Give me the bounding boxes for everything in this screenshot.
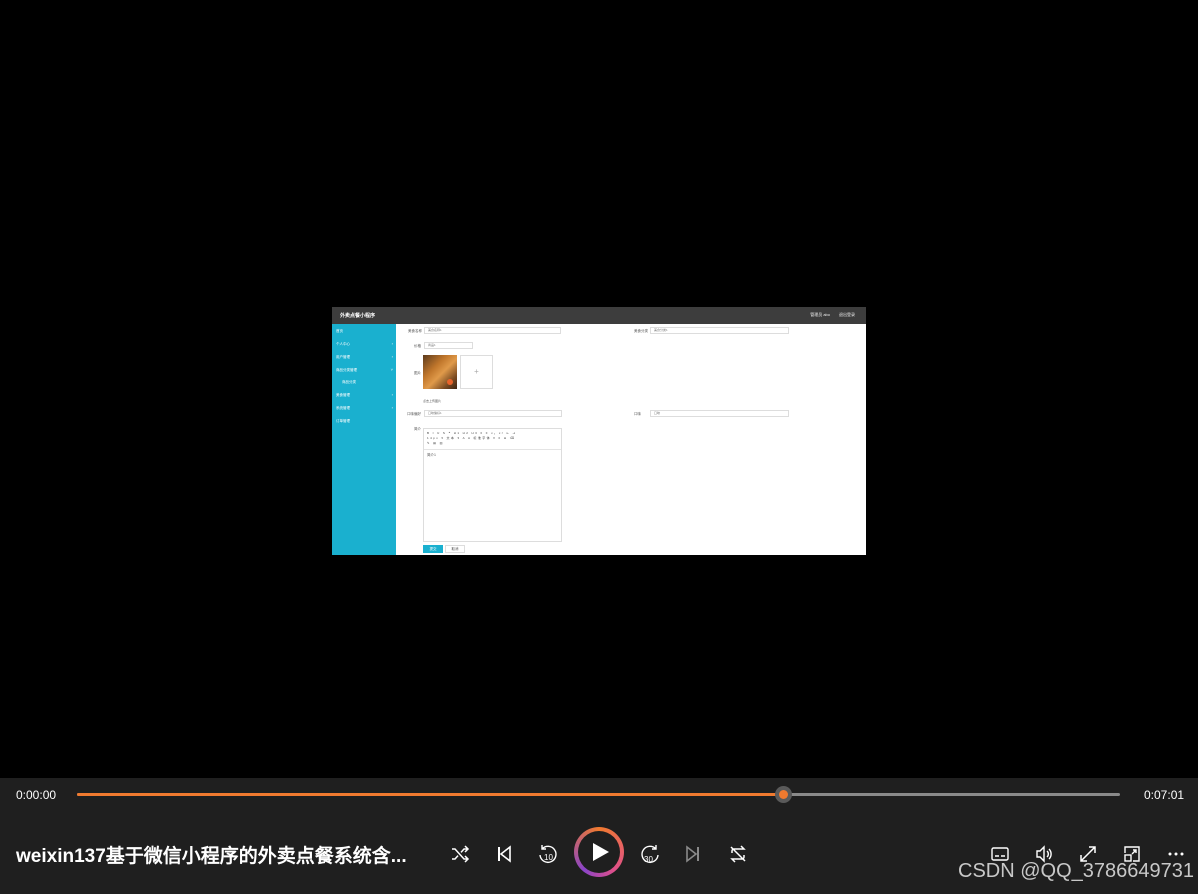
chevron-right-icon: › bbox=[391, 392, 393, 397]
sidebar-item-food: 美食管理 bbox=[336, 393, 350, 397]
food-name-field: 美食名称1 bbox=[424, 327, 561, 334]
rewind-button[interactable]: 10 bbox=[536, 842, 560, 866]
food-category-label: 美食分类 bbox=[634, 329, 648, 333]
shuffle-button[interactable] bbox=[448, 842, 472, 866]
shuffle-icon bbox=[452, 845, 470, 863]
sidebar-item-home: 首页 bbox=[336, 329, 343, 333]
app-header: 外卖点餐小程序 管理员 abo 退出登录 bbox=[332, 307, 866, 324]
food-name-label: 美食名称 bbox=[408, 329, 422, 333]
previous-button[interactable] bbox=[492, 842, 516, 866]
field-a-label: 口味偏好 bbox=[407, 412, 421, 416]
skip-previous-icon bbox=[498, 845, 511, 863]
sidebar-item-orders: 订单管理 bbox=[336, 419, 350, 423]
image-label: 图片 bbox=[414, 371, 421, 375]
current-time: 0:00:00 bbox=[16, 788, 57, 802]
forward-30-icon: 30 bbox=[641, 845, 659, 864]
editor-toolbar: B I U S ❝ H1 H2 H3 ≡ ≡ x₂ x² ⇤ ⇥ bbox=[427, 431, 517, 435]
app-sidebar: 首页 个人中心 › 用户管理 › 商品分类管理 ˅ 商品分类 美食管理 › 系统… bbox=[332, 324, 396, 555]
sidebar-item-system: 系统管理 bbox=[336, 406, 350, 410]
forward-button[interactable]: 30 bbox=[638, 842, 662, 866]
sidebar-item-categories: 商品分类管理 bbox=[336, 368, 357, 372]
play-button[interactable] bbox=[574, 827, 624, 877]
next-button[interactable] bbox=[681, 842, 705, 866]
chevron-right-icon: › bbox=[391, 341, 393, 346]
video-frame[interactable]: 外卖点餐小程序 管理员 abo 退出登录 首页 个人中心 › 用户管理 › 商品… bbox=[332, 307, 866, 555]
add-image-button: + bbox=[460, 355, 493, 389]
total-time: 0:07:01 bbox=[1144, 788, 1185, 802]
field-a-input: 口味偏好1 bbox=[424, 410, 562, 417]
play-icon bbox=[593, 843, 609, 861]
field-b-select: 口味 bbox=[650, 410, 789, 417]
repeat-button[interactable] bbox=[726, 842, 750, 866]
header-user: 管理员 abo bbox=[810, 312, 830, 317]
detail-label: 简介 bbox=[414, 427, 421, 431]
editor-toolbar: 14px ▾ 文本 ▾ A A 标准字体 ▾ ≡ ⊡ ⌫ bbox=[427, 436, 516, 440]
seek-thumb[interactable] bbox=[774, 786, 792, 803]
seek-bar-progress bbox=[77, 793, 784, 796]
repeat-off-icon bbox=[730, 845, 746, 863]
seek-bar[interactable] bbox=[77, 786, 1120, 803]
chevron-down-icon: ˅ bbox=[390, 367, 393, 372]
image-hint: 点击上传图片 bbox=[423, 399, 442, 403]
watermark: CSDN @QQ_3786649731 bbox=[958, 860, 1194, 882]
field-b-label: 口味 bbox=[634, 412, 641, 416]
player-controls: 0:00:00 0:07:01 weixin137基于微信小程序的外卖点餐系统含… bbox=[0, 778, 1198, 894]
editor-divider bbox=[424, 449, 561, 450]
logout-link: 退出登录 bbox=[839, 312, 855, 317]
rewind-seconds: 10 bbox=[544, 853, 553, 862]
rewind-10-icon: 10 bbox=[539, 845, 557, 864]
sidebar-item-profile: 个人中心 bbox=[336, 342, 350, 346]
submit-button: 提交 bbox=[423, 545, 443, 553]
price-label: 价格 bbox=[414, 344, 421, 348]
cancel-button: 取消 bbox=[445, 545, 465, 553]
video-title: weixin137基于微信小程序的外卖点餐系统含... bbox=[16, 846, 407, 867]
chevron-right-icon: › bbox=[391, 405, 393, 410]
editor-content: 简介1 bbox=[427, 453, 436, 457]
chevron-right-icon: › bbox=[391, 354, 393, 359]
sidebar-subitem-category: 商品分类 bbox=[342, 380, 356, 384]
food-category-field: 美食分类1 bbox=[650, 327, 789, 334]
skip-next-icon bbox=[686, 845, 699, 863]
app-form: 美食名称 美食名称1 美食分类 美食分类1 价格 商品1 图片 + 点击上传图片… bbox=[396, 324, 864, 555]
sidebar-item-users: 用户管理 bbox=[336, 355, 350, 359]
app-title: 外卖点餐小程序 bbox=[340, 313, 376, 319]
rich-text-editor: B I U S ❝ H1 H2 H3 ≡ ≡ x₂ x² ⇤ ⇥ 14px ▾ … bbox=[423, 428, 562, 542]
price-select: 商品1 bbox=[424, 342, 473, 349]
forward-seconds: 30 bbox=[644, 855, 653, 864]
editor-toolbar: ✎ ▤ ▥ bbox=[427, 441, 444, 445]
food-image-detail bbox=[447, 379, 453, 385]
